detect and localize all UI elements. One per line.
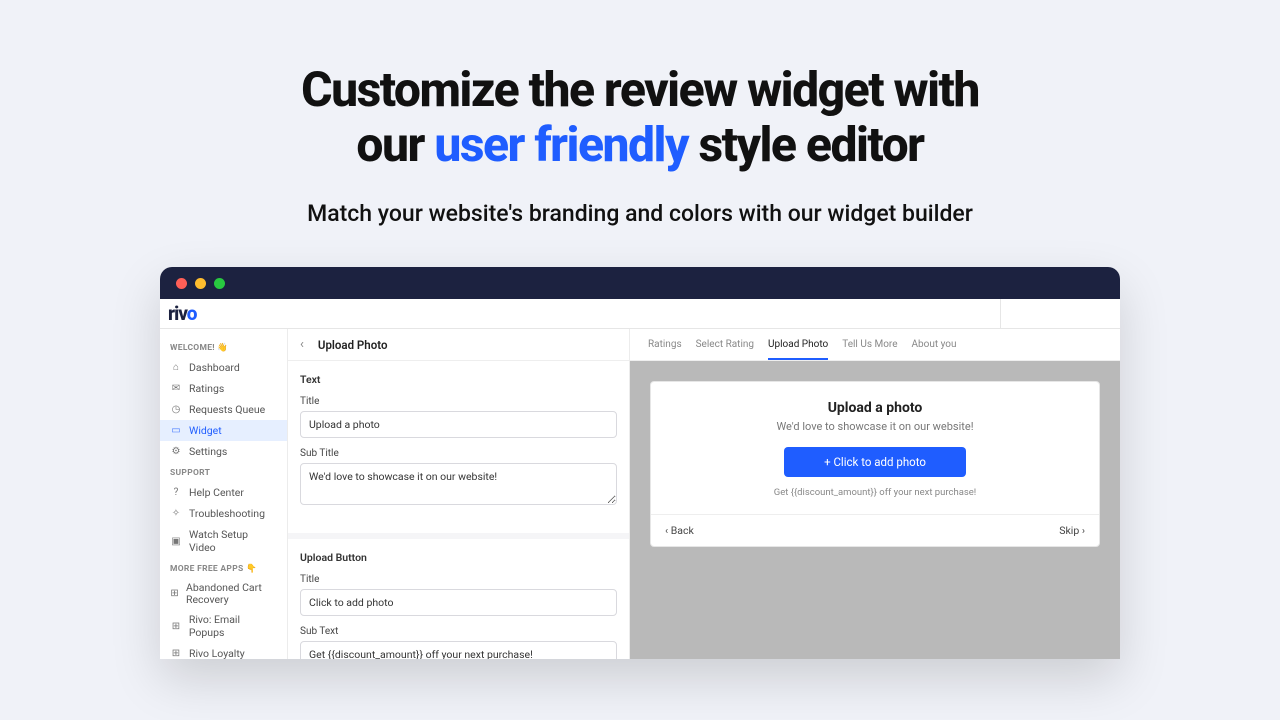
gear-icon: ⚙ xyxy=(170,446,182,458)
sidebar-item-label: Settings xyxy=(189,445,227,458)
tab-about-you[interactable]: About you xyxy=(912,339,957,360)
subtitle-textarea[interactable]: We'd love to showcase it on our website! xyxy=(300,463,617,505)
sidebar-section-welcome: WELCOME! 👋 xyxy=(160,337,287,357)
sidebar-item-widget[interactable]: ▭ Widget xyxy=(160,420,287,441)
back-icon[interactable]: ‹ xyxy=(300,337,304,352)
add-photo-button[interactable]: + Click to add photo xyxy=(784,447,966,477)
megaphone-icon: ✉ xyxy=(170,383,182,395)
editor-panel: ‹ Upload Photo Text Title Sub Title We'd… xyxy=(288,329,630,659)
sidebar-section-support: SUPPORT xyxy=(160,462,287,482)
tab-ratings[interactable]: Ratings xyxy=(648,339,682,360)
sidebar-section-apps: MORE FREE APPS 👇 xyxy=(160,558,287,578)
preview-panel: Ratings Select Rating Upload Photo Tell … xyxy=(630,329,1120,659)
preview-tabs: Ratings Select Rating Upload Photo Tell … xyxy=(630,329,1120,361)
button-subtext-input[interactable] xyxy=(300,641,617,659)
sidebar-item-dashboard[interactable]: ⌂ Dashboard xyxy=(160,357,287,378)
minimize-icon[interactable] xyxy=(195,278,206,289)
app-icon: ⊞ xyxy=(170,648,182,659)
close-icon[interactable] xyxy=(176,278,187,289)
card-title: Upload a photo xyxy=(667,400,1083,416)
preview-canvas: Upload a photo We'd love to showcase it … xyxy=(630,361,1120,659)
card-note: Get {{discount_amount}} off your next pu… xyxy=(667,487,1083,498)
card-footer: ‹ Back Skip › xyxy=(651,514,1099,546)
sidebar-item-label: Rivo Loyalty xyxy=(189,647,245,659)
editor-header: ‹ Upload Photo xyxy=(288,329,629,361)
hero-subtitle: Match your website's branding and colors… xyxy=(0,200,1280,227)
hero-headline: Customize the review widget with our use… xyxy=(0,62,1280,172)
sidebar-item-requests-queue[interactable]: ◷ Requests Queue xyxy=(160,399,287,420)
sidebar-item-label: Requests Queue xyxy=(189,403,265,416)
brand-divider xyxy=(1000,299,1120,328)
app-icon: ⊞ xyxy=(170,588,179,600)
app-window: rivo WELCOME! 👋 ⌂ Dashboard ✉ Ratings ◷ … xyxy=(160,267,1120,659)
sidebar-item-label: Help Center xyxy=(189,486,244,499)
section-text: Text Title Sub Title We'd love to showca… xyxy=(288,361,629,539)
sidebar-item-email-popups[interactable]: ⊞ Rivo: Email Popups xyxy=(160,609,287,643)
skip-button[interactable]: Skip › xyxy=(1059,524,1085,537)
app-icon: ⊞ xyxy=(170,620,182,632)
sidebar-item-settings[interactable]: ⚙ Settings xyxy=(160,441,287,462)
sidebar-item-troubleshooting[interactable]: ✧ Troubleshooting xyxy=(160,503,287,524)
sidebar-item-label: Ratings xyxy=(189,382,224,395)
sidebar-item-label: Abandoned Cart Recovery xyxy=(186,582,277,605)
sidebar-item-label: Widget xyxy=(189,424,222,437)
window-titlebar xyxy=(160,267,1120,299)
wand-icon: ✧ xyxy=(170,508,182,520)
sidebar-item-help-center[interactable]: ? Help Center xyxy=(160,482,287,503)
field-label: Title xyxy=(300,574,617,585)
field-label: Title xyxy=(300,396,617,407)
clock-icon: ◷ xyxy=(170,404,182,416)
home-icon: ⌂ xyxy=(170,362,182,374)
hero: Customize the review widget with our use… xyxy=(0,0,1280,227)
sidebar: WELCOME! 👋 ⌂ Dashboard ✉ Ratings ◷ Reque… xyxy=(160,329,288,659)
sidebar-item-ratings[interactable]: ✉ Ratings xyxy=(160,378,287,399)
sidebar-item-label: Troubleshooting xyxy=(189,507,265,520)
help-icon: ? xyxy=(170,487,182,499)
section-title: Upload Button xyxy=(300,551,617,564)
sidebar-item-watch-video[interactable]: ▣ Watch Setup Video xyxy=(160,524,287,558)
sidebar-item-label: Watch Setup Video xyxy=(189,528,277,554)
card-subtitle: We'd love to showcase it on our website! xyxy=(667,420,1083,433)
sidebar-item-rivo-loyalty[interactable]: ⊞ Rivo Loyalty xyxy=(160,643,287,659)
sidebar-item-label: Rivo: Email Popups xyxy=(189,613,277,639)
back-button[interactable]: ‹ Back xyxy=(665,524,694,537)
preview-card: Upload a photo We'd love to showcase it … xyxy=(650,381,1100,547)
tab-upload-photo[interactable]: Upload Photo xyxy=(768,339,828,360)
field-label: Sub Title xyxy=(300,448,617,459)
brand-bar: rivo xyxy=(160,299,1120,329)
maximize-icon[interactable] xyxy=(214,278,225,289)
logo: rivo xyxy=(168,302,197,325)
button-title-input[interactable] xyxy=(300,589,617,616)
editor-title: Upload Photo xyxy=(318,338,388,352)
sidebar-item-abandoned-cart[interactable]: ⊞ Abandoned Cart Recovery xyxy=(160,578,287,609)
title-input[interactable] xyxy=(300,411,617,438)
video-icon: ▣ xyxy=(170,535,182,547)
field-label: Sub Text xyxy=(300,626,617,637)
section-title: Text xyxy=(300,373,617,386)
tab-tell-us-more[interactable]: Tell Us More xyxy=(842,339,897,360)
section-upload-button: Upload Button Title Sub Text xyxy=(288,539,629,659)
sidebar-item-label: Dashboard xyxy=(189,361,240,374)
widget-icon: ▭ xyxy=(170,425,182,437)
tab-select-rating[interactable]: Select Rating xyxy=(696,339,754,360)
